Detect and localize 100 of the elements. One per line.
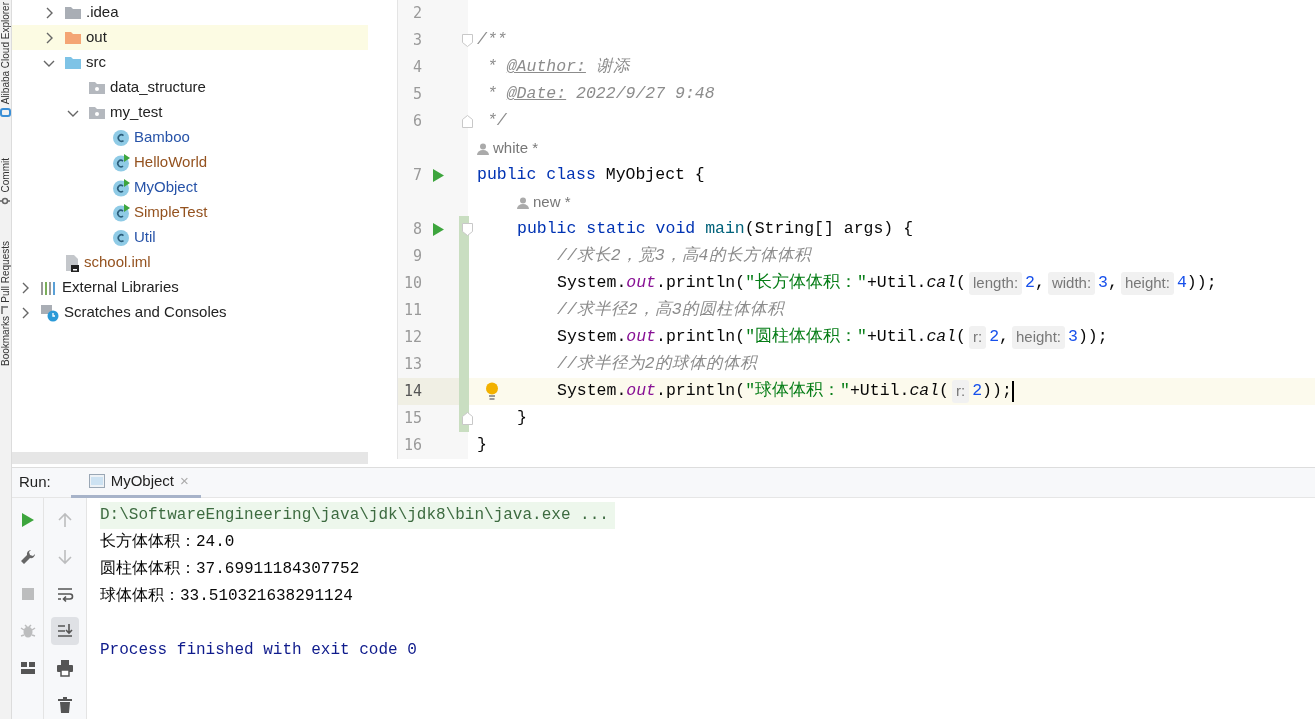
field-name: out <box>626 380 657 403</box>
doc-comment: */ <box>485 110 507 133</box>
code-text: +Util. <box>849 380 910 403</box>
run-label: Run: <box>18 472 52 493</box>
field-name: out <box>626 326 657 349</box>
tree-item[interactable]: Bamboo <box>12 125 368 150</box>
run-tab[interactable]: MyObject × <box>70 467 201 498</box>
tree-item[interactable]: school.iml <box>12 250 368 275</box>
line-number: 16 <box>402 435 422 457</box>
line-number: 11 <box>402 300 422 322</box>
code-text: , <box>1107 272 1118 295</box>
method-name: cal <box>926 272 957 295</box>
folder-icon <box>64 55 82 70</box>
scroll-to-end-button[interactable] <box>51 617 79 645</box>
tool-window-label[interactable]: Pull Requests <box>0 240 11 303</box>
tree-item[interactable]: .idea <box>12 0 368 25</box>
tree-item-label: MyObject <box>134 177 198 198</box>
number-literal: 3 <box>1068 326 1078 349</box>
tool-window-label[interactable]: Commit <box>0 158 11 193</box>
person-icon <box>477 142 489 155</box>
doc-comment: 2022/9/27 9:48 <box>575 83 715 106</box>
arrow-up-icon <box>56 511 74 529</box>
scrollbar[interactable] <box>12 452 368 464</box>
code-text: ( <box>939 380 949 403</box>
package-icon <box>88 80 106 95</box>
tree-item[interactable]: HelloWorld <box>12 150 368 175</box>
fold-icon[interactable] <box>462 115 473 128</box>
runnable-class-icon <box>112 203 130 222</box>
method-name: cal <box>926 326 957 349</box>
string-literal: "球体体积：" <box>745 380 850 403</box>
code-text: System. <box>557 272 627 295</box>
line-number: 13 <box>402 354 422 376</box>
fold-icon[interactable] <box>462 412 473 425</box>
keyword: public class <box>477 164 596 187</box>
string-literal: "长方体体积：" <box>745 272 867 295</box>
run-icon[interactable] <box>432 223 444 236</box>
tree-item[interactable]: data_structure <box>12 75 368 100</box>
run-icon[interactable] <box>432 169 444 182</box>
tool-window-label[interactable]: Alibaba Cloud Explorer <box>0 2 11 105</box>
field-name: out <box>626 272 657 295</box>
tree-item[interactable]: src <box>12 50 368 75</box>
parameter-hint: length: <box>969 272 1023 295</box>
parameter-hint: height: <box>1120 272 1174 295</box>
fold-icon[interactable] <box>462 223 473 236</box>
code-text: MyObject { <box>604 164 705 187</box>
lightbulb-icon[interactable] <box>485 382 499 401</box>
bug-icon <box>18 622 37 640</box>
scroll-to-end-icon <box>56 622 74 640</box>
cloud-icon <box>0 107 11 119</box>
tree-item[interactable]: SimpleTest <box>12 200 368 225</box>
console-line: 球体体积：33.510321638291124 <box>100 586 354 607</box>
tree-item-label: src <box>86 52 106 73</box>
code-text: ( <box>956 272 966 295</box>
code-comment: //求长2，宽3，高4的长方体体积 <box>557 245 811 268</box>
tree-item-label: data_structure <box>110 77 206 98</box>
line-number: 9 <box>411 246 422 268</box>
tab-label: MyObject <box>110 470 175 491</box>
author-hint: white * <box>493 138 539 159</box>
line-number: 6 <box>411 111 422 133</box>
tree-item[interactable]: Scratches and Consoles <box>12 300 368 325</box>
print-icon <box>56 659 74 677</box>
code-text: +Util. <box>866 326 927 349</box>
keyword: public static void <box>517 218 696 241</box>
code-text: .println( <box>656 326 746 349</box>
folder-icon <box>64 30 82 45</box>
code-text: } <box>477 434 487 457</box>
tree-item-label: school.iml <box>84 252 151 273</box>
code-text: (String[] args) { <box>744 218 914 241</box>
runnable-class-icon <box>112 178 130 197</box>
fold-icon[interactable] <box>462 34 473 47</box>
tree-item-label: Scratches and Consoles <box>64 302 227 323</box>
code-text: System. <box>557 326 627 349</box>
code-text: )); <box>1077 326 1108 349</box>
code-text: )); <box>982 380 1012 403</box>
tree-item[interactable]: out <box>12 25 368 50</box>
line-number: 10 <box>402 273 422 295</box>
tool-window-label[interactable]: Bookmarks <box>0 316 11 367</box>
line-number: 15 <box>402 408 422 430</box>
console-line: Process finished with exit code 0 <box>100 640 418 661</box>
number-literal: 2 <box>989 326 1000 349</box>
pull-request-icon <box>0 305 11 317</box>
tree-item-label: Bamboo <box>134 127 190 148</box>
soft-wrap-icon <box>56 585 74 603</box>
code-text: .println( <box>656 380 746 403</box>
doc-comment: /** <box>477 29 507 52</box>
tree-item[interactable]: Util <box>12 225 368 250</box>
runnable-class-icon <box>112 153 130 172</box>
line-number: 14 <box>402 381 422 403</box>
folder-icon <box>64 5 82 20</box>
tree-item[interactable]: my_test <box>12 100 368 125</box>
tree-item-label: Util <box>134 227 156 248</box>
parameter-hint: width: <box>1047 272 1096 295</box>
code-text: , <box>999 326 1009 349</box>
code-text: .println( <box>656 272 746 295</box>
tree-item[interactable]: External Libraries <box>12 275 368 300</box>
scratches-icon <box>40 303 60 322</box>
number-literal: 3 <box>1098 272 1108 295</box>
author-hint: new * <box>533 192 571 213</box>
package-icon <box>88 105 106 120</box>
tree-item[interactable]: MyObject <box>12 175 368 200</box>
